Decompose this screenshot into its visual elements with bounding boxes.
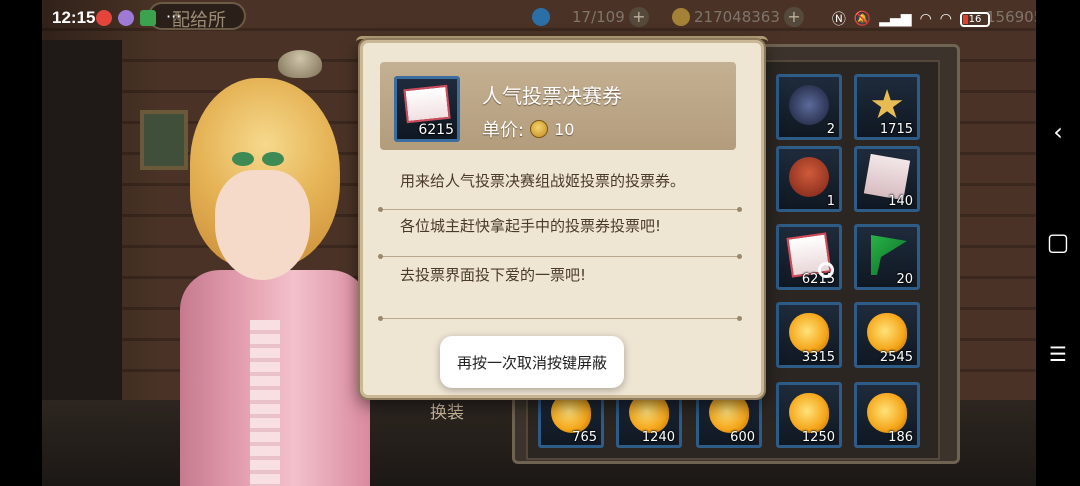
touch-indicator	[818, 262, 834, 278]
star-icon: ★	[869, 82, 905, 128]
red-creature-icon	[789, 157, 829, 197]
vote-ticket-icon	[403, 84, 451, 124]
navigation-bar: ‹ ▢ ☰	[1036, 0, 1080, 486]
app-notification-icon	[140, 10, 156, 26]
gem-icon	[551, 393, 591, 433]
inventory-slot-selected[interactable]: 6215	[776, 224, 842, 290]
back-button[interactable]: ‹	[1036, 112, 1080, 152]
more-notifications-icon: ···	[166, 7, 182, 26]
description-line: 用来给人气投票决赛组战姬投票的投票券。	[400, 172, 686, 190]
gem-icon	[789, 393, 829, 433]
maps-notification-icon	[96, 10, 112, 26]
stamina-counter: 17/109 +	[532, 6, 649, 28]
inventory-slot[interactable]: 20	[854, 224, 920, 290]
gem-icon	[789, 313, 829, 353]
gem-icon	[867, 393, 907, 433]
item-name: 人气投票决赛券	[482, 84, 622, 108]
price-row: 单价: 10	[482, 116, 574, 142]
divider	[378, 316, 742, 321]
system-icons: Ⓝ 🔕 ▂▄▆ ◠ ◠ 16	[832, 9, 990, 29]
clock: 12:15	[52, 8, 96, 27]
mute-bell-icon: 🔕	[853, 11, 872, 27]
character-eye	[262, 152, 284, 166]
wifi-icon: ◠	[919, 11, 932, 27]
item-icon-frame: 6215	[394, 76, 460, 142]
description-line: 各位城主赶快拿起手中的投票券投票吧!	[400, 217, 662, 235]
gem-icon	[629, 393, 669, 433]
home-button[interactable]: ▢	[1036, 222, 1080, 262]
toast-message: 再按一次取消按键屏蔽	[456, 353, 607, 372]
battery-icon: 16	[960, 11, 990, 27]
inventory-slot[interactable]: 1	[776, 146, 842, 212]
signal-icon: ▂▄▆	[879, 11, 912, 27]
nfc-icon: Ⓝ	[831, 12, 846, 28]
lightning-icon	[532, 8, 550, 26]
green-flag-icon	[871, 235, 907, 275]
gem-icon	[867, 313, 907, 353]
coin-icon	[530, 120, 549, 138]
coin-icon	[672, 8, 690, 26]
price-value: 10	[554, 119, 575, 139]
app-notification-icon	[118, 10, 134, 26]
inventory-slot[interactable]: 1250	[776, 382, 842, 448]
gold-counter: 217048363 +	[672, 6, 804, 28]
doorway	[42, 40, 122, 420]
divider	[378, 207, 742, 212]
inventory-slot[interactable]: ★ 1715	[854, 74, 920, 140]
inventory-slot[interactable]: 186	[854, 382, 920, 448]
character-portrait	[170, 70, 370, 486]
description-line: 去投票界面投下爱的一票吧!	[400, 266, 587, 284]
toast: 再按一次取消按键屏蔽	[440, 336, 624, 388]
wifi-icon: ◠	[939, 11, 952, 27]
inventory-slot[interactable]: 140	[854, 146, 920, 212]
inventory-slot[interactable]: 2545	[854, 302, 920, 368]
inventory-slot[interactable]: 3315	[776, 302, 842, 368]
swap-outfit-button[interactable]: 换装	[430, 398, 464, 423]
notification-icons: ···	[96, 7, 182, 26]
menu-button[interactable]: ☰	[1036, 334, 1080, 374]
divider	[378, 254, 742, 259]
add-gold-button[interactable]: +	[783, 7, 804, 27]
gem-icon	[709, 393, 749, 433]
game-screen: 2 ★ 1715 1 140 6215 20 3315 2545 765 124…	[0, 0, 1080, 486]
dark-orb-icon	[789, 85, 829, 125]
add-stamina-button[interactable]: +	[628, 7, 649, 27]
item-count: 6215	[418, 122, 454, 138]
price-label: 单价:	[482, 120, 525, 141]
character-eye	[232, 152, 254, 166]
inventory-slot[interactable]: 2	[776, 74, 842, 140]
